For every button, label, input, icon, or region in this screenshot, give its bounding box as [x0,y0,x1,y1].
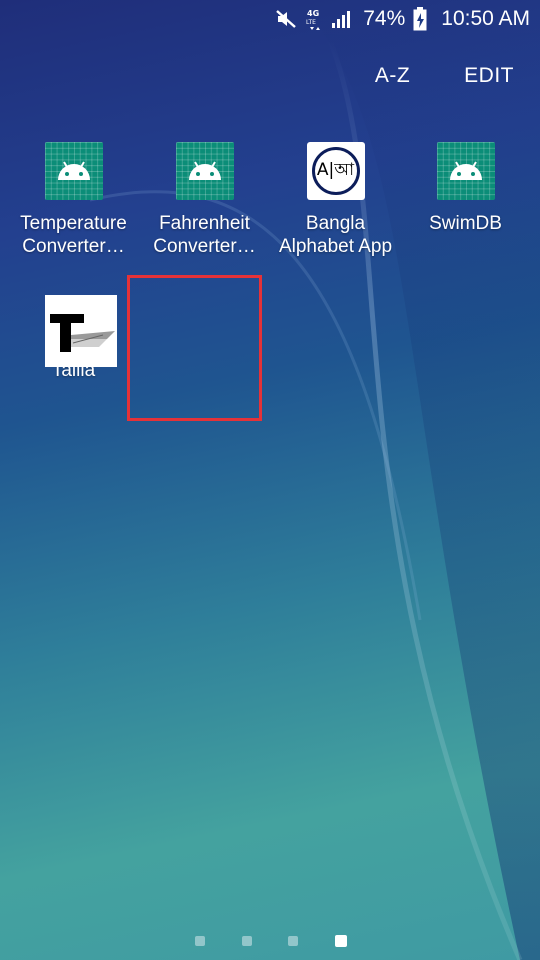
bangla-icon: A|আ [306,142,365,200]
edit-button[interactable]: EDIT [464,64,514,88]
page-indicator [0,935,540,948]
app-tallia[interactable]: Tallia [6,295,141,382]
app-bangla-alphabet[interactable]: A|আ Bangla Alphabet App [268,142,403,258]
app-label: Fahrenheit Converter… [153,213,256,257]
app-label: SwimDB [429,213,502,234]
mute-icon [275,9,297,29]
app-swimdb[interactable]: SwimDB [398,142,533,235]
svg-text:LTE: LTE [306,19,316,26]
signal-icon [331,9,353,29]
page-dot[interactable] [288,936,298,946]
bangla-icon-text: A|আ [311,147,360,195]
app-fahrenheit-converter[interactable]: Fahrenheit Converter… [137,142,272,258]
android-icon [44,142,103,200]
android-icon [436,142,495,200]
page-dot[interactable] [242,936,252,946]
app-label: Temperature Converter… [20,213,127,257]
app-label: Bangla Alphabet App [278,213,393,257]
status-bar: 4G LTE 74% 10:50 AM [0,0,540,38]
battery-charging-icon [413,7,427,31]
top-actions: A-Z EDIT [375,64,514,88]
clock: 10:50 AM [441,7,530,30]
app-temperature-converter[interactable]: Temperature Converter… [6,142,141,258]
svg-text:4G: 4G [307,9,319,18]
android-icon [175,142,234,200]
battery-percent: 74% [363,7,406,30]
highlight-box [127,275,262,421]
page-dot[interactable] [195,936,205,946]
network-type-icon: 4G LTE [305,7,323,31]
page-dot-active[interactable] [335,935,347,947]
tallia-logo-icon [44,295,117,367]
sort-az-button[interactable]: A-Z [375,64,410,88]
